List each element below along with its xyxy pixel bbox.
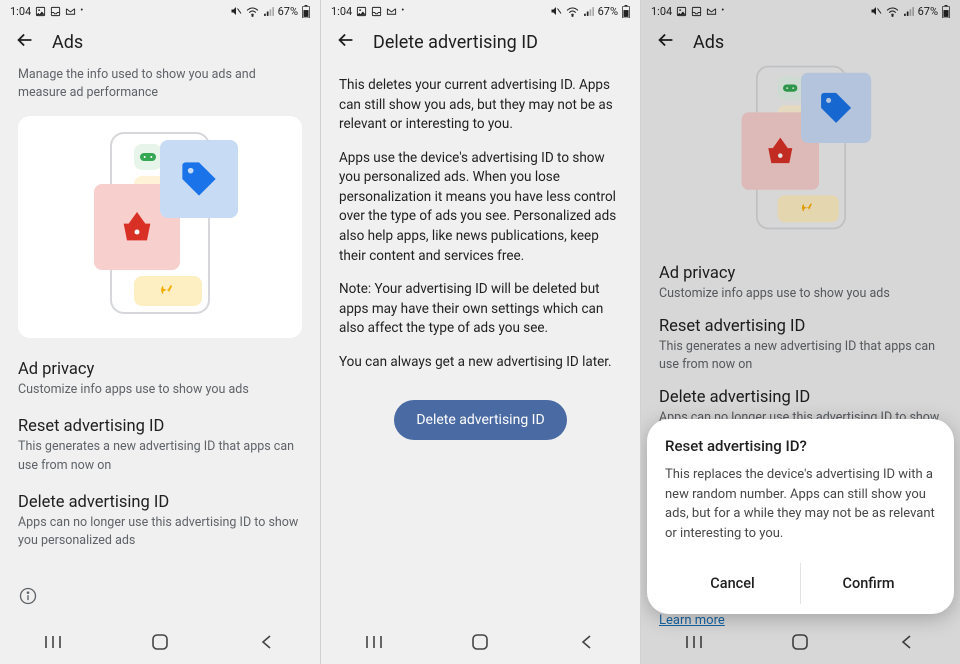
recents-button[interactable] [18, 628, 88, 656]
plane-tile-icon [134, 276, 202, 306]
content: This deletes your current advertising ID… [321, 62, 640, 620]
inbox-icon [50, 6, 61, 17]
back-icon[interactable] [14, 29, 36, 55]
home-button[interactable] [125, 628, 195, 656]
inbox-icon [371, 6, 382, 17]
info-icon[interactable] [18, 586, 38, 610]
home-button[interactable] [445, 628, 515, 656]
illustration-card [18, 116, 302, 338]
back-button[interactable] [232, 628, 302, 656]
dialog-title: Reset advertising ID? [665, 437, 936, 455]
item-title: Ad privacy [18, 360, 302, 379]
wifi-icon [566, 6, 579, 17]
paragraph: This deletes your current advertising ID… [339, 76, 622, 135]
reset-ad-id-dialog: Reset advertising ID? This replaces the … [647, 419, 954, 614]
paragraph: Note: Your advertising ID will be delete… [339, 280, 622, 339]
signal-icon [583, 6, 594, 17]
more-dot-icon: • [401, 6, 404, 16]
signal-icon [263, 6, 274, 17]
page-description: Manage the info used to show you ads and… [18, 66, 302, 102]
cancel-button[interactable]: Cancel [665, 563, 800, 604]
content: Manage the info used to show you ads and… [0, 62, 320, 620]
system-nav-bar [321, 620, 640, 664]
status-bar: 1:04 • 67% [321, 0, 640, 22]
back-icon[interactable] [335, 29, 357, 55]
phone-screen-reset-dialog: 1:04 • 67% Ads [640, 0, 960, 664]
gmail-icon [386, 6, 397, 17]
item-ad-privacy[interactable]: Ad privacy Customize info apps use to sh… [18, 360, 302, 399]
item-subtitle: This generates a new advertising ID that… [18, 438, 302, 474]
app-bar: Delete advertising ID [321, 22, 640, 62]
mute-icon [230, 5, 242, 17]
item-title: Delete advertising ID [18, 493, 302, 512]
game-tile-icon [134, 144, 162, 170]
image-icon [356, 6, 367, 17]
recents-button[interactable] [339, 628, 409, 656]
wifi-icon [246, 6, 259, 17]
paragraph: Apps use the device's advertising ID to … [339, 149, 622, 266]
battery-text: 67% [278, 5, 298, 18]
dialog-body: This replaces the device's advertising I… [665, 465, 936, 543]
delete-ad-id-button[interactable]: Delete advertising ID [394, 400, 566, 440]
page-title: Ads [52, 32, 83, 53]
item-reset-ad-id[interactable]: Reset advertising ID This generates a ne… [18, 417, 302, 474]
phone-screen-ads: 1:04 • 67% Ads Manage the info used to s… [0, 0, 320, 664]
page-title: Delete advertising ID [373, 32, 538, 53]
item-delete-ad-id[interactable]: Delete advertising ID Apps can no longer… [18, 493, 302, 550]
item-subtitle: Customize info apps use to show you ads [18, 381, 302, 399]
battery-text: 67% [598, 5, 618, 18]
image-icon [35, 6, 46, 17]
phone-screen-delete-ad-id: 1:04 • 67% Delete advertising ID This de… [320, 0, 640, 664]
item-title: Reset advertising ID [18, 417, 302, 436]
battery-icon [622, 5, 630, 18]
ads-illustration [80, 128, 240, 318]
status-time: 1:04 [331, 5, 352, 18]
item-subtitle: Apps can no longer use this advertising … [18, 514, 302, 550]
tag-tile-icon [160, 140, 238, 218]
app-bar: Ads [0, 22, 320, 62]
paragraph: You can always get a new advertising ID … [339, 353, 622, 373]
status-time: 1:04 [10, 5, 31, 18]
confirm-button[interactable]: Confirm [801, 563, 936, 604]
system-nav-bar [0, 620, 320, 664]
gmail-icon [65, 6, 76, 17]
back-button[interactable] [552, 628, 622, 656]
more-dot-icon: • [80, 6, 83, 16]
mute-icon [550, 5, 562, 17]
status-bar: 1:04 • 67% [0, 0, 320, 22]
battery-icon [302, 5, 310, 18]
